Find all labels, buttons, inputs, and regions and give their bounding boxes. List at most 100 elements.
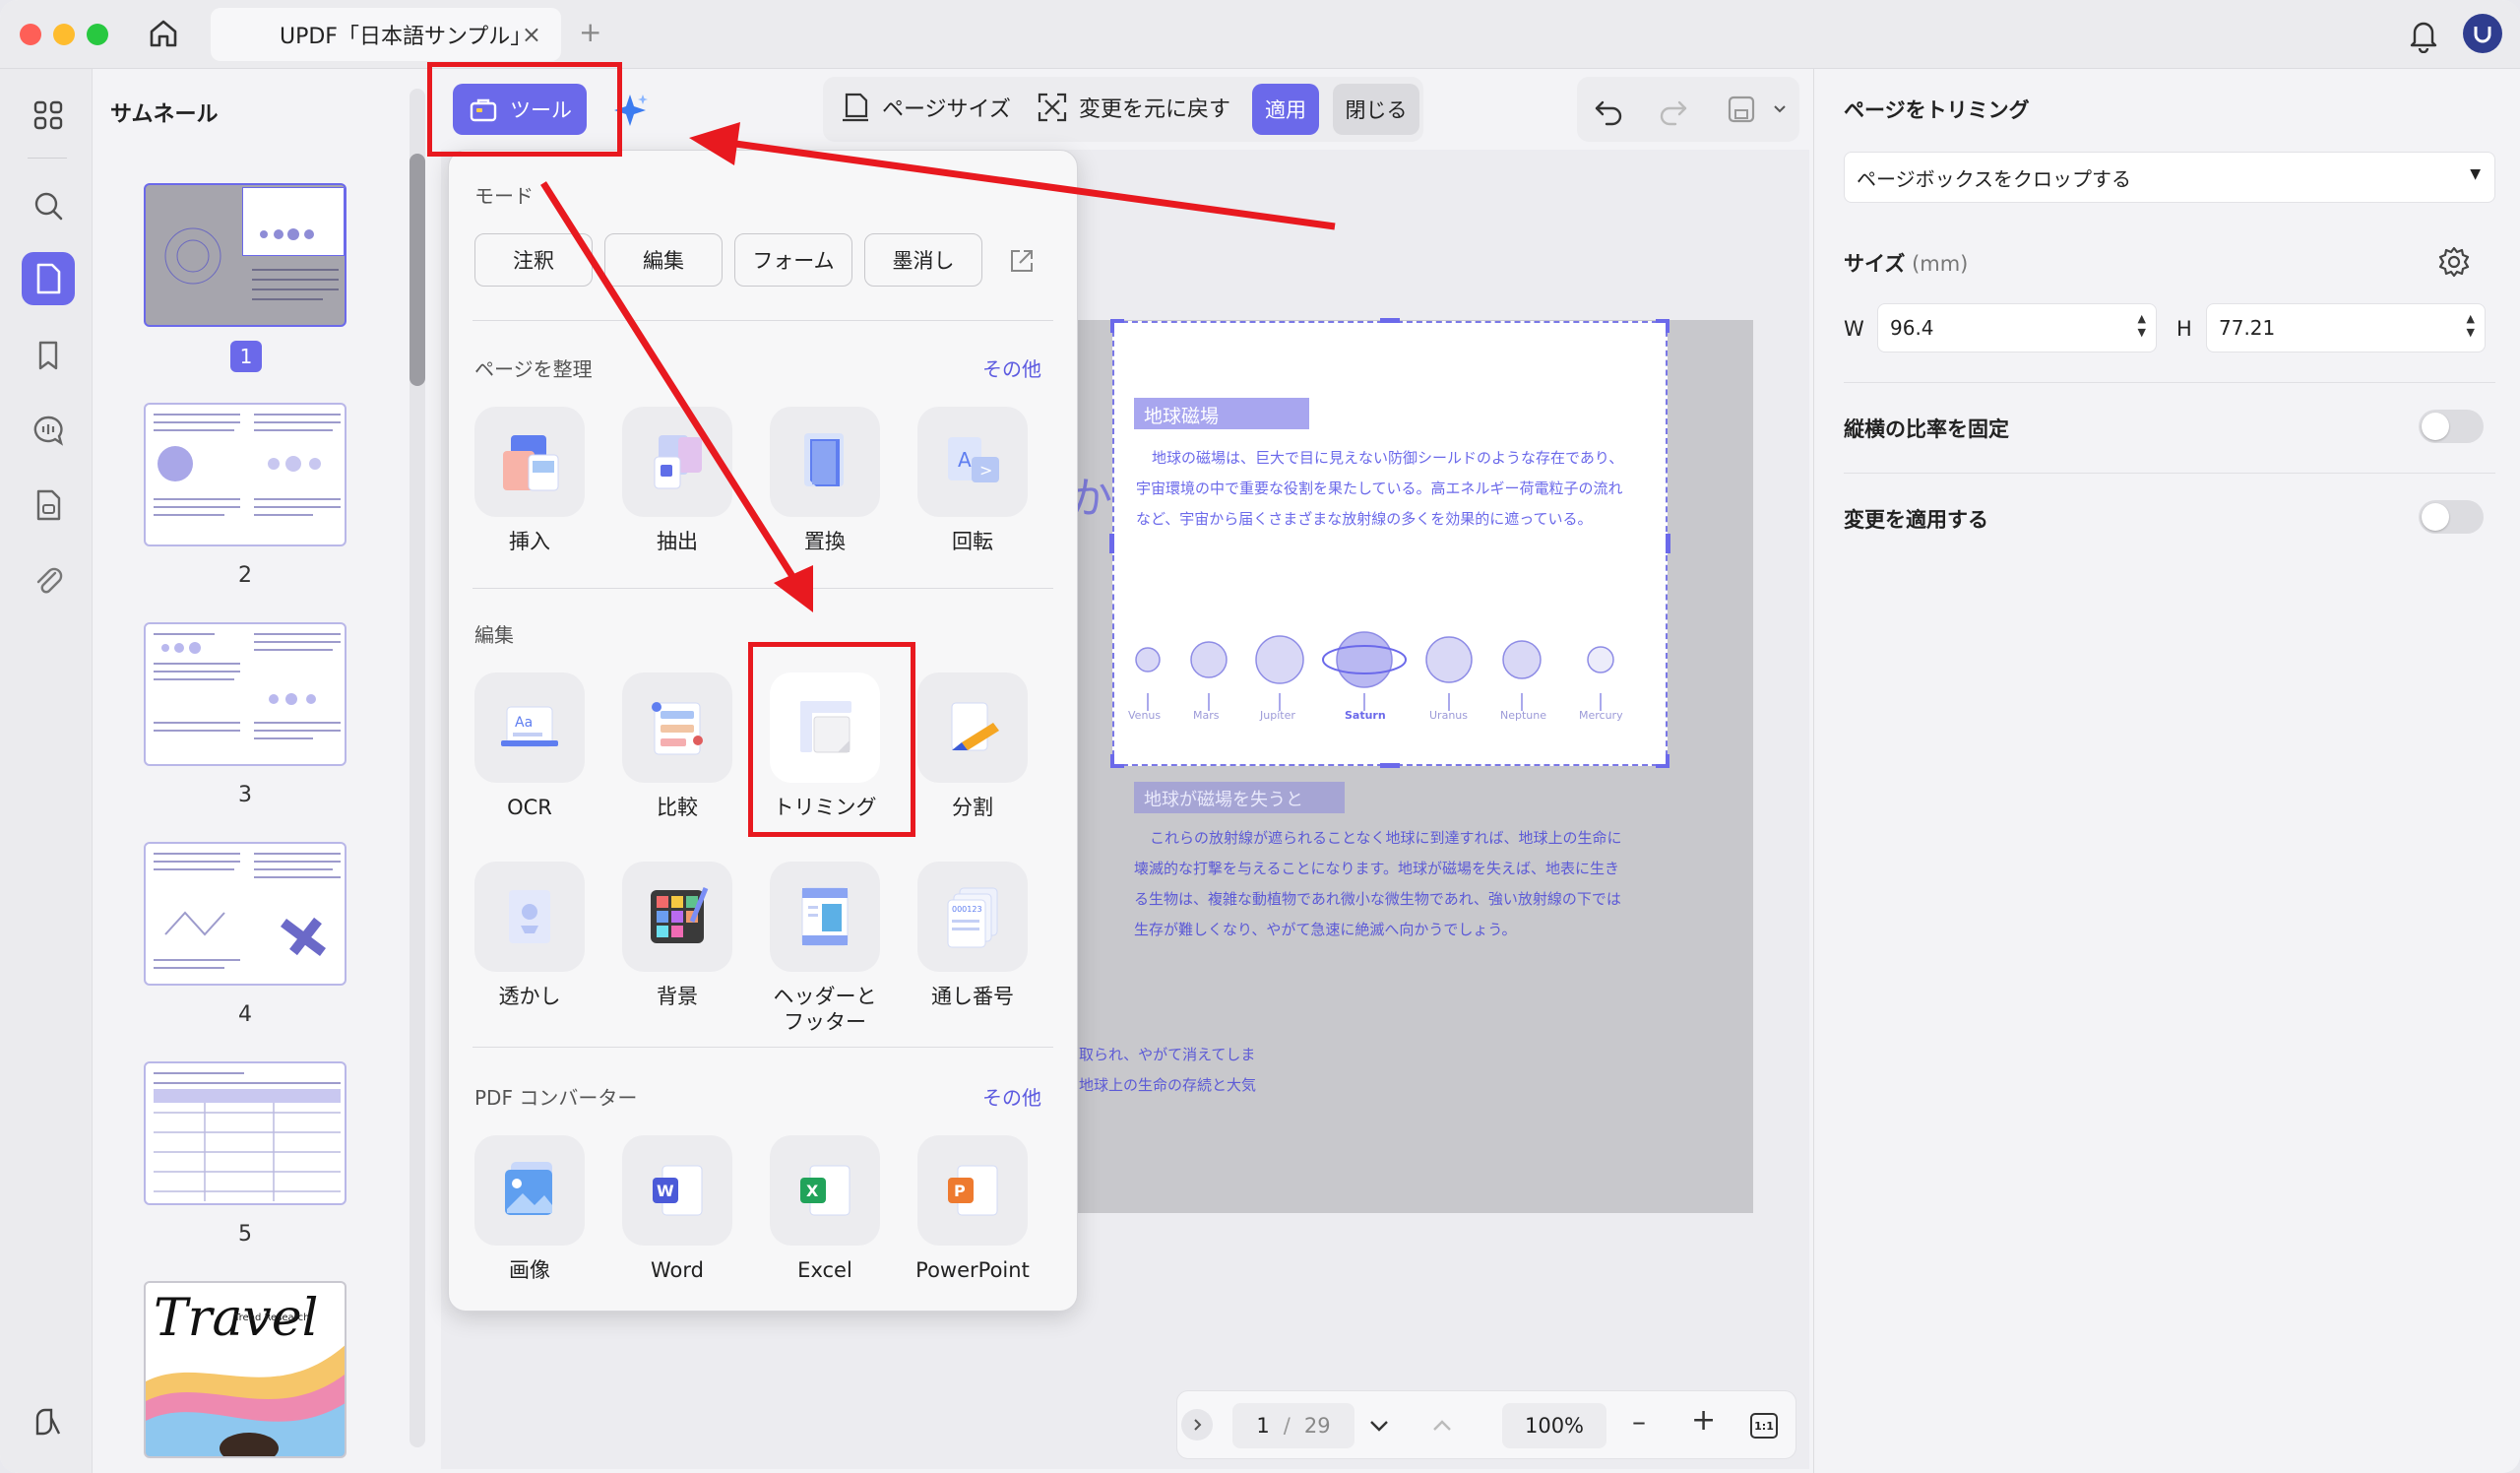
- doc-para2-line: これらの放射線が遮られることなく地球に到達すれば、地球上の生命に: [1150, 829, 1622, 847]
- planets-diagram: [1135, 631, 1614, 711]
- expand-nav-button[interactable]: [1181, 1409, 1213, 1441]
- converter-more-link[interactable]: その他: [982, 1082, 1041, 1111]
- attachment-page-icon[interactable]: [22, 479, 75, 532]
- mode-form-button[interactable]: フォーム: [734, 233, 852, 287]
- planet-label: Uranus: [1429, 709, 1468, 722]
- tool-background[interactable]: 背景: [618, 862, 736, 1009]
- tool-convert-excel[interactable]: X Excel: [766, 1135, 884, 1283]
- tab-close-button[interactable]: ×: [522, 21, 541, 48]
- tool-convert-image[interactable]: 画像: [471, 1135, 589, 1283]
- size-label: サイズ: [1844, 252, 1906, 276]
- page-separator: /: [1283, 1414, 1291, 1438]
- tool-header-footer[interactable]: ヘッダーとフッター: [766, 862, 884, 1035]
- bookmark-icon[interactable]: [22, 329, 75, 382]
- height-input[interactable]: 77.21 ▲ ▼: [2206, 303, 2486, 352]
- thumbnail-page-1[interactable]: [144, 183, 346, 327]
- avatar[interactable]: [2463, 14, 2502, 53]
- extract-icon: [622, 407, 732, 517]
- size-heading: サイズ (mm): [1844, 248, 1968, 278]
- lock-ratio-toggle[interactable]: [2419, 410, 2484, 443]
- svg-text:P: P: [954, 1182, 966, 1200]
- tool-split[interactable]: 分割: [914, 672, 1032, 820]
- tool-extract[interactable]: 抽出: [618, 407, 736, 554]
- tool-compare[interactable]: 比較: [618, 672, 736, 820]
- tool-label: Word: [651, 1258, 704, 1282]
- thumbnail-page-6[interactable]: Travel Trend Research: [144, 1281, 346, 1458]
- new-tab-button[interactable]: +: [579, 16, 601, 48]
- tool-bates-number[interactable]: 000123 通し番号: [914, 862, 1032, 1009]
- save-icon[interactable]: [1725, 93, 1758, 126]
- crop-selection-box[interactable]: 地球磁場 地球の磁場は、巨大で目に見えない防御シールドのような存在であり、 宇宙…: [1112, 321, 1668, 766]
- scrollbar-thumb[interactable]: [410, 154, 425, 386]
- open-external-icon[interactable]: [1006, 245, 1038, 277]
- paperclip-icon[interactable]: [22, 553, 75, 607]
- apps-grid-icon[interactable]: [22, 89, 75, 142]
- tool-convert-word[interactable]: W Word: [618, 1135, 736, 1283]
- bell-icon[interactable]: [2406, 16, 2441, 53]
- undo-icon[interactable]: [1593, 93, 1626, 126]
- prev-page-chevron-up-icon[interactable]: [1429, 1413, 1455, 1439]
- crop-handle[interactable]: [1110, 754, 1124, 768]
- comment-icon[interactable]: [22, 404, 75, 457]
- doc-heading-1: 地球磁場: [1134, 398, 1309, 429]
- doc-paragraph-2: これらの放射線が遮られることなく地球に到達すれば、地球上の生命に 壊滅的な打撃を…: [1134, 823, 1685, 945]
- thumbnail-scrollbar[interactable]: [410, 89, 425, 1447]
- mode-edit-button[interactable]: 編集: [604, 233, 723, 287]
- crop-handle[interactable]: [1656, 754, 1670, 768]
- zoom-window-button[interactable]: [87, 24, 108, 45]
- thumbnail-page-3[interactable]: [144, 622, 346, 766]
- page-size-button[interactable]: ページサイズ: [839, 91, 1011, 124]
- zoom-field[interactable]: 100%: [1502, 1403, 1606, 1448]
- thumbnail-page-icon[interactable]: [22, 252, 75, 305]
- close-crop-button[interactable]: 閉じる: [1333, 84, 1419, 135]
- insert-icon: [474, 407, 585, 517]
- next-page-chevron-down-icon[interactable]: [1366, 1413, 1392, 1439]
- width-stepper-icon[interactable]: ▲ ▼: [2138, 312, 2146, 340]
- tool-rotate[interactable]: A > 回転: [914, 407, 1032, 554]
- crop-handle[interactable]: [1380, 318, 1400, 323]
- crop-handle[interactable]: [1380, 763, 1400, 768]
- apply-button[interactable]: 適用: [1252, 84, 1319, 135]
- crop-handle[interactable]: [1666, 534, 1670, 553]
- tool-label: ヘッダーとフッター: [773, 985, 877, 1034]
- search-icon[interactable]: [22, 179, 75, 232]
- home-icon[interactable]: [146, 16, 181, 51]
- mode-annotate-button[interactable]: 注釈: [474, 233, 593, 287]
- updf-ai-icon[interactable]: [22, 1396, 75, 1449]
- crop-handle[interactable]: [1110, 319, 1124, 333]
- mode-redact-button[interactable]: 墨消し: [864, 233, 982, 287]
- gear-icon[interactable]: [2436, 244, 2472, 280]
- tool-watermark[interactable]: 透かし: [471, 862, 589, 1009]
- close-window-button[interactable]: [20, 24, 41, 45]
- tool-label: Excel: [797, 1258, 852, 1282]
- excel-file-icon: X: [770, 1135, 880, 1246]
- thumbnail-page-5[interactable]: [144, 1061, 346, 1205]
- zoom-out-button[interactable]: –: [1632, 1405, 1646, 1438]
- tool-insert[interactable]: 挿入: [471, 407, 589, 554]
- thumbnail-number: 4: [238, 1002, 252, 1027]
- document-tab[interactable]: UPDF「日本語サンプル」 ×: [211, 8, 561, 61]
- tool-label: 通し番号: [931, 985, 1014, 1008]
- crop-handle[interactable]: [1109, 534, 1114, 553]
- revert-changes-button[interactable]: 変更を元に戻す: [1036, 91, 1230, 124]
- height-stepper-icon[interactable]: ▲ ▼: [2467, 312, 2475, 340]
- crop-handle[interactable]: [1656, 319, 1670, 333]
- crop-mode-dropdown[interactable]: ページボックスをクロップする ▼: [1844, 152, 2495, 203]
- page-number-field[interactable]: 1 / 29: [1232, 1403, 1354, 1448]
- apply-changes-toggle[interactable]: [2419, 500, 2484, 534]
- organize-more-link[interactable]: その他: [982, 353, 1041, 382]
- lock-ratio-label: 縦横の比率を固定: [1844, 417, 2009, 441]
- tool-convert-powerpoint[interactable]: P PowerPoint: [914, 1135, 1032, 1283]
- minimize-window-button[interactable]: [53, 24, 75, 45]
- save-dropdown-chevron-icon[interactable]: [1770, 98, 1790, 118]
- width-input[interactable]: 96.4 ▲ ▼: [1877, 303, 2157, 352]
- zoom-in-button[interactable]: +: [1691, 1403, 1716, 1438]
- actual-size-button[interactable]: 1:1: [1750, 1413, 1778, 1439]
- edit-section-title: 編集: [474, 623, 514, 647]
- planet-label: Saturn: [1345, 709, 1386, 722]
- redo-icon[interactable]: [1656, 93, 1689, 126]
- tool-ocr[interactable]: Aa OCR: [471, 672, 589, 820]
- tool-replace[interactable]: 置換: [766, 407, 884, 554]
- thumbnail-page-4[interactable]: [144, 842, 346, 986]
- thumbnail-page-2[interactable]: [144, 403, 346, 546]
